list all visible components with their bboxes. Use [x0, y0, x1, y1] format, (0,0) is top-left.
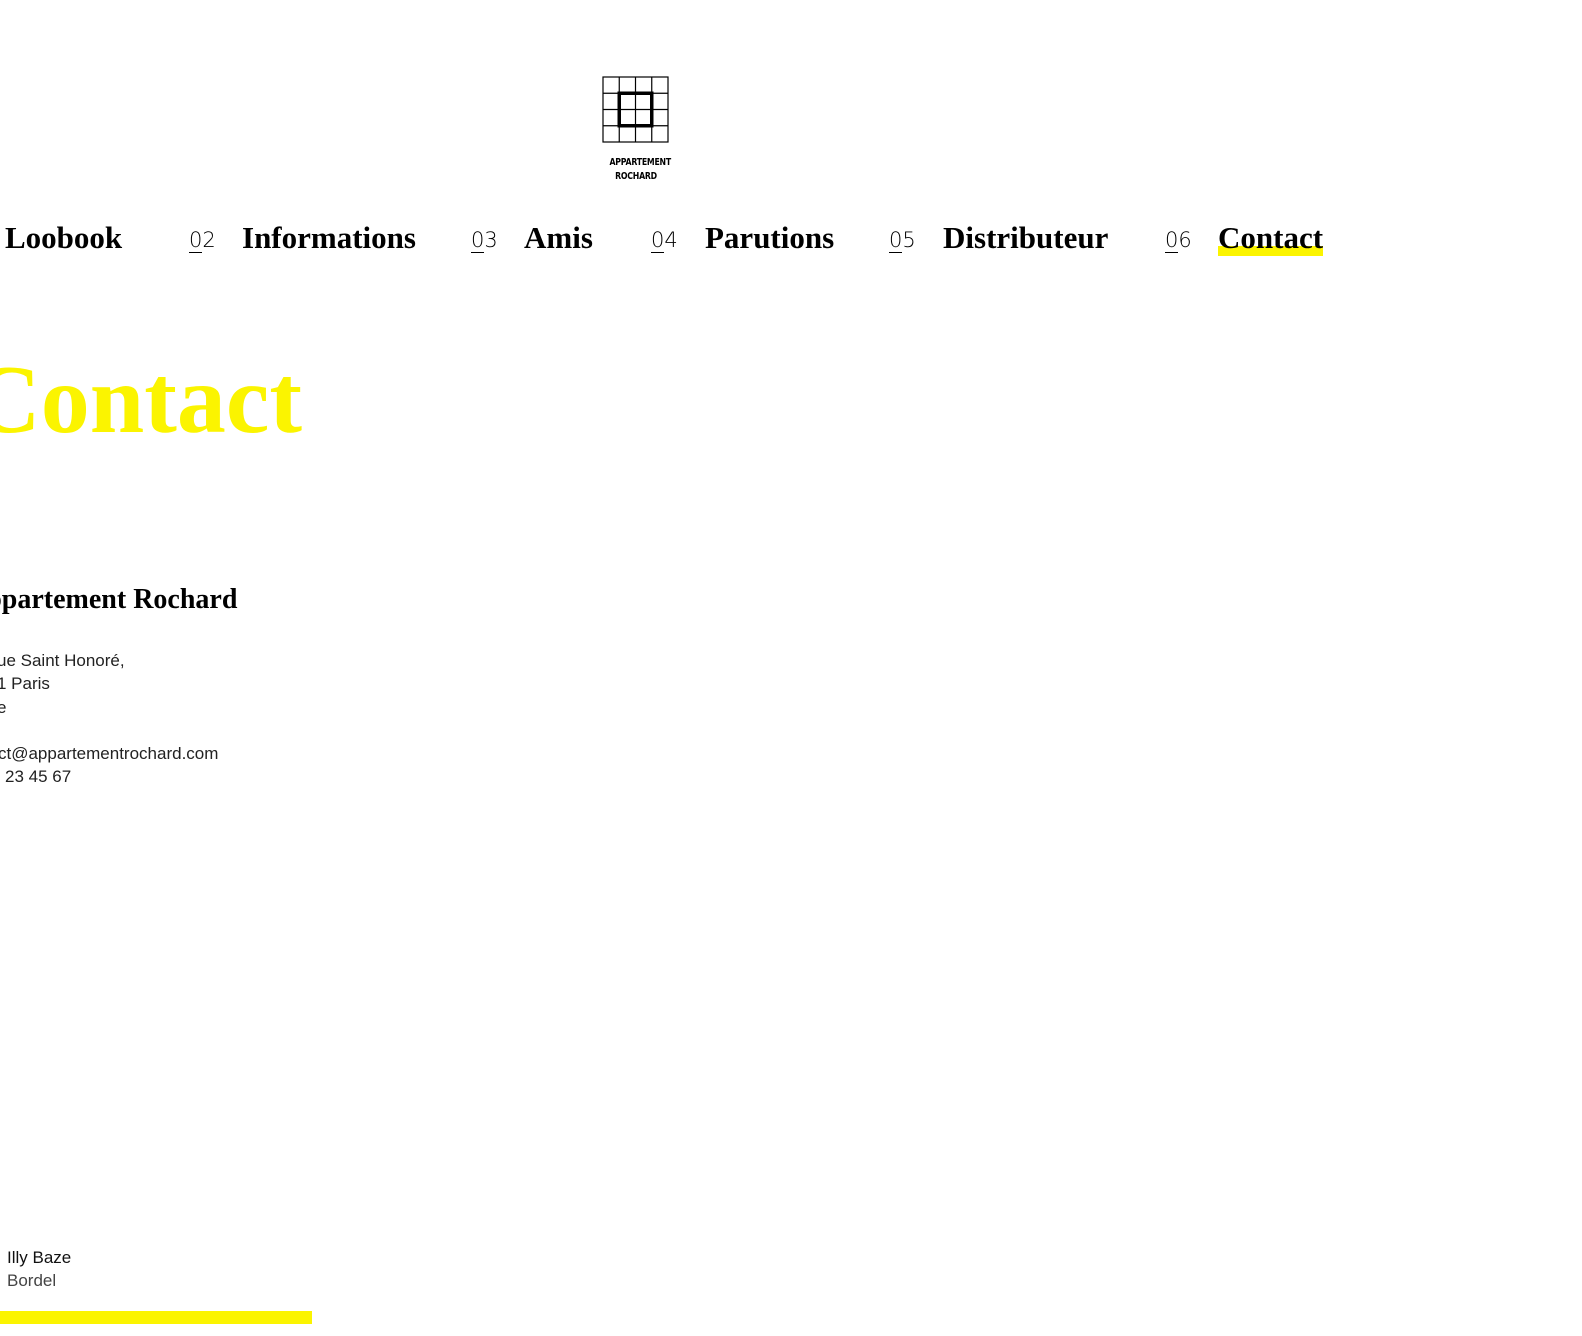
nav-number-digit: 3	[484, 228, 498, 252]
company-name: Appartement Rochard	[0, 584, 238, 615]
address-line-3: e	[0, 698, 7, 717]
nav-number: 06	[1165, 228, 1192, 253]
nav-label-lookbook[interactable]: Loobook	[5, 218, 122, 258]
nav-number: 05	[889, 228, 916, 253]
logo-line-1: APPARTEMENT	[609, 157, 671, 168]
nav-number-text: 04	[651, 228, 678, 253]
address-line-1: ue Saint Honoré,	[0, 651, 125, 670]
logo-wordmark: APPARTEMENT ROCHARD	[609, 156, 671, 184]
nav-label-contact-active[interactable]: Contact	[1218, 218, 1324, 258]
nav-number-text: 05	[889, 228, 916, 253]
nav-number-digit: 0	[471, 228, 485, 253]
logo-line-2: ROCHARD	[615, 171, 657, 182]
nav-label-parutions[interactable]: Parutions	[705, 218, 834, 258]
nav-number-text: 02	[189, 228, 216, 253]
nav-number-digit: 6	[1178, 228, 1192, 252]
brand-logo[interactable]: APPARTEMENT ROCHARD	[602, 76, 671, 184]
credits: Illy Baze Bordel	[7, 1246, 71, 1292]
nav-number-digit: 2	[202, 228, 216, 252]
credit-line-2[interactable]: Bordel	[7, 1269, 71, 1292]
nav-number-text: 03	[471, 228, 498, 253]
footer-accent-bar	[0, 1311, 312, 1324]
nav-number-digit: 0	[651, 228, 665, 253]
nav-label-informations[interactable]: Informations	[242, 218, 416, 258]
nav-number-text: 06	[1165, 228, 1192, 253]
nav-label-distributeur[interactable]: Distributeur	[943, 218, 1108, 258]
email-link[interactable]: ct@appartementrochard.com	[0, 742, 218, 765]
nav-number: 02	[189, 228, 216, 253]
nav-number-digit: 0	[1165, 228, 1179, 253]
address-line-2: 1 Paris	[0, 674, 50, 693]
nav-number: 03	[471, 228, 498, 253]
nav-number-digit: 5	[902, 228, 916, 252]
page-title: Contact	[0, 346, 303, 454]
phone-number: 23 45 67	[5, 767, 72, 786]
credit-line-1[interactable]: Illy Baze	[7, 1246, 71, 1269]
nav-number-digit: 4	[664, 228, 678, 252]
nav-number-digit: 0	[189, 228, 203, 253]
nav-label-amis[interactable]: Amis	[524, 218, 593, 258]
nav-number: 04	[651, 228, 678, 253]
grid-logo-icon	[602, 76, 669, 143]
nav-number-digit: 0	[889, 228, 903, 253]
